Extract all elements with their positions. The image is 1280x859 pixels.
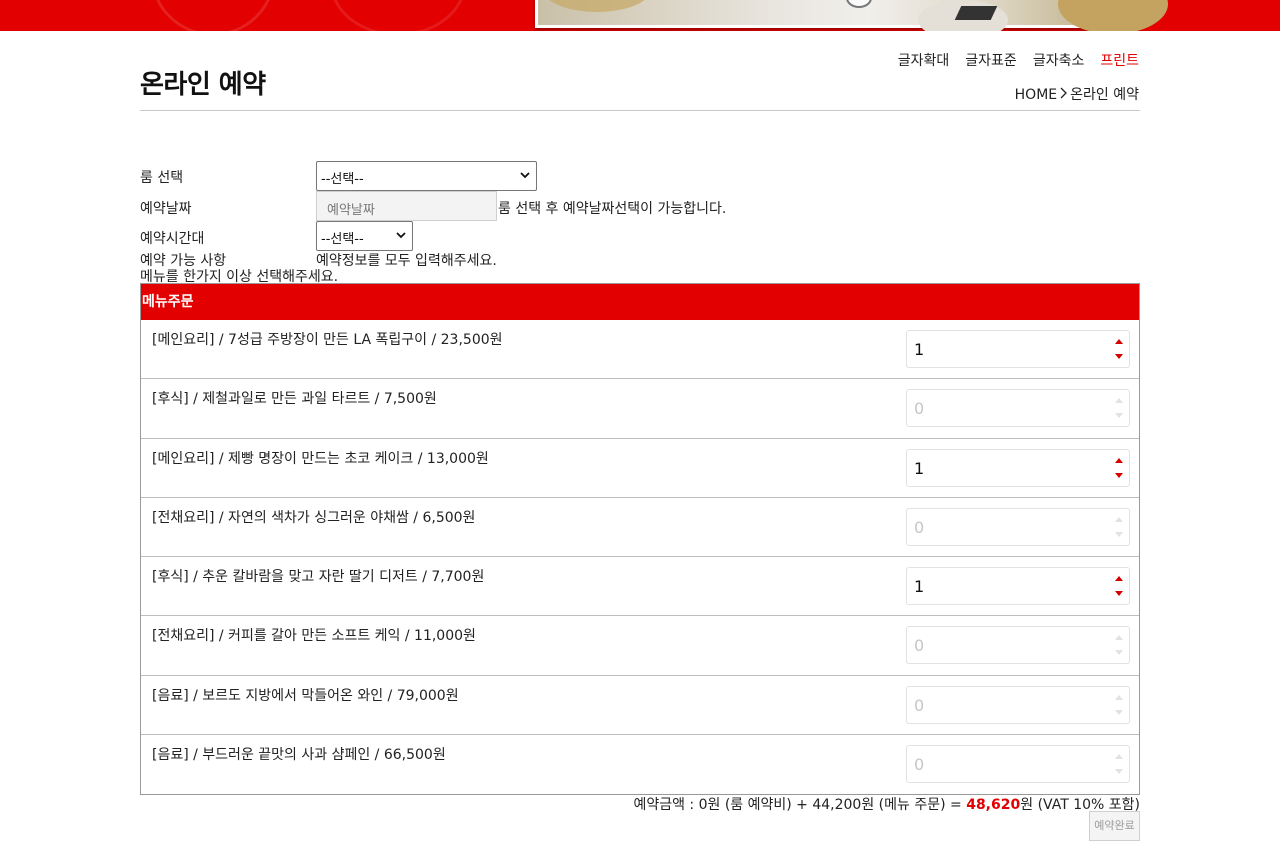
menu-item: [전채요리] / 자연의 색차가 싱그러운 야채쌈 / 6,500원 0 [141,498,1139,558]
date-field[interactable]: 예약날짜 [316,191,497,221]
quantity-stepper[interactable]: 1 [906,448,1130,487]
photo-cup [846,0,872,8]
top-banner [0,0,1280,31]
menu-order-header: 메뉴주문 [141,284,1139,320]
menu-item: [메인요리] / 제빵 명장이 만드는 초코 케이크 / 13,000원 1 [141,439,1139,498]
menu-item-label: [메인요리] / 제빵 명장이 만드는 초코 케이크 / 13,000원 [152,450,489,467]
menu-item-label: [음료] / 보르도 지방에서 막들어온 와인 / 79,000원 [152,687,459,704]
font-standard-button[interactable]: 글자표준 [965,50,1017,70]
room-select[interactable]: --선택-- [316,161,537,191]
quantity-stepper[interactable]: 0 [906,685,1130,724]
menu-order-panel: 메뉴주문 [메인요리] / 7성급 주방장이 만든 LA 폭립구이 / 23,5… [140,283,1140,795]
menu-item-label: [음료] / 부드러운 끝맛의 사과 샴페인 / 66,500원 [152,747,446,764]
quantity-value: 0 [914,695,925,715]
breadcrumb-home[interactable]: HOME [1015,87,1057,103]
menu-item-label: [전채요리] / 커피를 갈아 만든 소프트 케익 / 11,000원 [152,628,476,645]
quantity-value: 1 [914,340,925,359]
font-enlarge-button[interactable]: 글자확대 [898,50,950,70]
quantity-value: 1 [914,577,925,597]
spinner-arrows-icon[interactable] [1109,746,1129,782]
quantity-value: 0 [914,399,925,419]
photo-object [954,6,998,20]
quantity-stepper[interactable]: 0 [906,626,1130,665]
chevron-down-icon [396,229,406,239]
time-select[interactable]: --선택-- [316,221,413,251]
quantity-stepper[interactable]: 1 [906,330,1130,368]
spinner-arrows-icon[interactable] [1109,687,1129,723]
quantity-value: 0 [914,517,925,537]
menu-item: [후식] / 추운 칼바람을 맞고 자란 딸기 디저트 / 7,700원 1 [141,557,1139,617]
menu-item-label: [메인요리] / 7성급 주방장이 만든 LA 폭립구이 / 23,500원 [152,332,503,348]
date-field-placeholder: 예약날짜 [327,203,375,218]
banner-photo [535,0,1168,31]
page-title: 온라인 예약 [140,70,266,100]
date-label: 예약날짜 [140,201,192,217]
chevron-right-icon [1060,87,1068,103]
spinner-arrows-icon[interactable] [1109,331,1129,367]
menu-item: [후식] / 제철과일로 만든 과일 타르트 / 7,500원 0 [141,379,1139,439]
availability-message: 예약정보를 모두 입력해주세요. [316,253,497,269]
quantity-value: 0 [914,636,925,656]
breadcrumb-current: 온라인 예약 [1070,87,1139,103]
quantity-stepper[interactable]: 1 [906,567,1130,606]
quantity-stepper[interactable]: 0 [906,389,1130,428]
title-divider [140,110,1140,111]
spinner-arrows-icon[interactable] [1109,627,1129,663]
spinner-arrows-icon[interactable] [1109,390,1129,426]
menu-item: [음료] / 부드러운 끝맛의 사과 샴페인 / 66,500원 0 [141,735,1139,794]
quantity-value: 0 [914,755,925,775]
menu-item: [전채요리] / 커피를 갈아 만든 소프트 케익 / 11,000원 0 [141,616,1139,676]
room-label: 룸 선택 [140,170,184,186]
reservation-total: 예약금액 : 0원 (룸 예약비) + 44,200원 (메뉴 주문) = 48… [633,794,1140,814]
submit-reservation-button[interactable]: 예약완료 [1089,811,1140,841]
menu-item: [음료] / 보르도 지방에서 막들어온 와인 / 79,000원 0 [141,676,1139,736]
menu-item: [메인요리] / 7성급 주방장이 만든 LA 폭립구이 / 23,500원 1 [141,320,1139,380]
spinner-arrows-icon[interactable] [1109,450,1129,486]
total-amount: 48,620 [966,797,1021,813]
font-size-tools: 글자확대 글자표준 글자축소 프린트 [898,50,1139,70]
quantity-stepper[interactable]: 0 [906,507,1130,546]
time-select-value: --선택-- [321,232,364,247]
room-select-value: --선택-- [321,172,364,187]
spinner-arrows-icon[interactable] [1109,509,1129,545]
menu-item-label: [전채요리] / 자연의 색차가 싱그러운 야채쌈 / 6,500원 [152,509,476,526]
total-breakdown: 예약금액 : 0원 (룸 예약비) + 44,200원 (메뉴 주문) = [633,797,967,813]
font-shrink-button[interactable]: 글자축소 [1033,50,1085,70]
quantity-value: 1 [914,458,925,478]
time-label: 예약시간대 [140,231,205,247]
chevron-down-icon [520,169,530,179]
menu-item-label: [후식] / 추운 칼바람을 맞고 자란 딸기 디저트 / 7,700원 [152,569,485,586]
quantity-stepper[interactable]: 0 [906,745,1130,784]
spinner-arrows-icon[interactable] [1109,568,1129,604]
banner-decoration [150,0,276,31]
banner-decoration [330,0,466,31]
photo-plate [1058,0,1168,31]
print-button[interactable]: 프린트 [1100,50,1139,70]
date-hint: 룸 선택 후 예약날짜선택이 가능합니다. [498,201,727,217]
breadcrumb: HOME 온라인 예약 [1015,84,1139,104]
menu-item-label: [후식] / 제철과일로 만든 과일 타르트 / 7,500원 [152,391,437,408]
photo-plate [542,0,652,12]
